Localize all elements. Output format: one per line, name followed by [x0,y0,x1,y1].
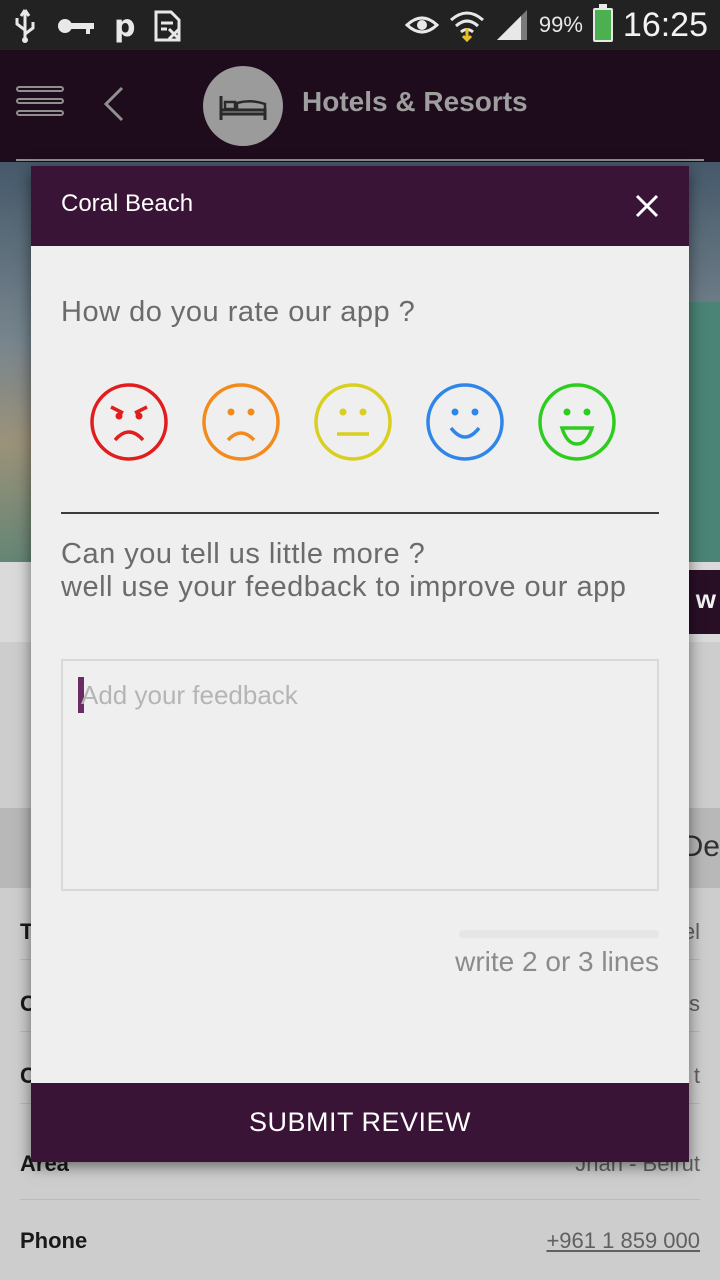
back-icon[interactable] [98,84,128,124]
status-notifications: p [12,6,183,46]
menu-icon[interactable] [16,86,64,126]
key-icon [58,19,94,34]
section-divider [61,512,659,514]
app-bar: Hotels & Resorts [0,50,720,162]
rating-dialog: Coral Beach How do you rate our app ? Ca… [31,166,689,1162]
hotel-logo [203,66,283,146]
usb-icon [15,9,35,43]
feedback-prompt-line2: well use your feedback to improve our ap… [61,571,627,603]
sim-icon [154,10,181,42]
angry-face-icon[interactable] [87,380,171,464]
hint-progress [459,930,659,938]
bed-icon [219,96,267,120]
clock: 16:25 [622,5,708,44]
sad-face-icon[interactable] [199,380,283,464]
rating-faces [83,380,643,470]
happy-face-icon[interactable] [535,380,619,464]
wifi-icon [449,11,484,42]
eye-icon [404,16,439,34]
feedback-prompt: Can you tell us little more ? well use y… [61,538,661,604]
feedback-prompt-line1: Can you tell us little more ? [61,538,426,570]
signal-icon [496,10,527,40]
submit-review-button[interactable]: SUBMIT REVIEW [31,1083,689,1162]
neutral-face-icon[interactable] [311,380,395,464]
status-bar: p 99% 16:25 [0,0,720,50]
battery-icon [592,4,613,42]
dialog-header: Coral Beach [31,166,689,246]
appbar-divider [16,159,704,161]
battery-percent: 99% [538,12,583,37]
rating-question: How do you rate our app ? [61,296,416,328]
app-title: Hotels & Resorts [302,86,528,117]
p-icon: p [114,8,136,44]
feedback-input[interactable] [81,675,641,715]
close-icon[interactable] [631,190,663,222]
dialog-title: Coral Beach [61,190,194,217]
smile-face-icon[interactable] [423,380,507,464]
feedback-hint: write 2 or 3 lines [455,946,659,977]
status-system: 99% 16:25 [404,0,708,50]
feedback-box[interactable] [61,659,659,891]
